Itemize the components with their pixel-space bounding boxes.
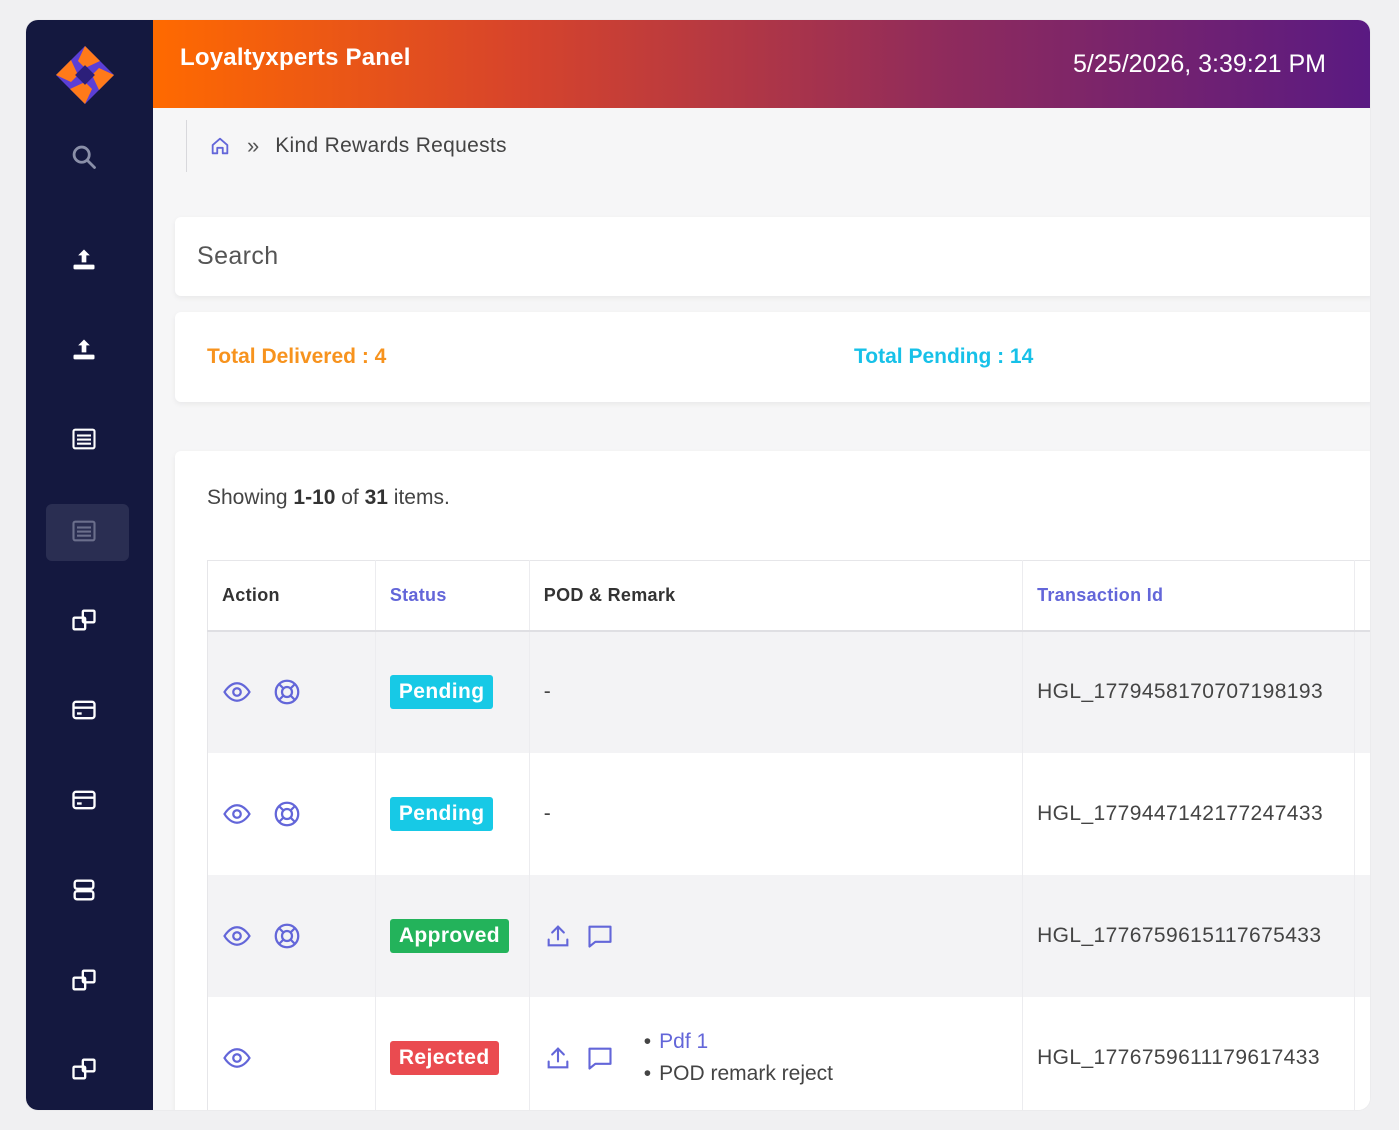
summary-middle: of <box>335 486 365 509</box>
table-row: Rejected Pdf 1 POD remark reject <box>207 996 1370 1110</box>
home-icon[interactable] <box>209 135 231 157</box>
column-header-transaction-id[interactable]: Transaction Id <box>1022 560 1355 632</box>
server-icon[interactable] <box>64 870 104 910</box>
action-cell <box>207 752 376 875</box>
status-badge: Pending <box>389 675 494 709</box>
status-cell: Pending <box>375 752 530 875</box>
top-header: Loyaltyxperts Panel 5/25/2026, 3:39:21 P… <box>153 20 1370 108</box>
status-cell: Pending <box>375 630 530 753</box>
windows-icon[interactable] <box>64 960 104 1000</box>
card-icon[interactable] <box>64 690 104 730</box>
total-pending: Total Pending : 14 <box>854 345 1034 368</box>
extra-cell <box>1354 874 1370 997</box>
transaction-id-cell: HGL_1779458170707198193 <box>1022 630 1355 753</box>
summary-prefix: Showing <box>207 486 294 509</box>
action-cell <box>207 630 376 753</box>
remark-item: Pdf 1 <box>644 1026 833 1058</box>
breadcrumb-separator: » <box>247 133 260 158</box>
remark-text: POD remark reject <box>659 1061 834 1085</box>
transaction-id-cell: HGL_1779447142177247433 <box>1022 752 1355 875</box>
remark-list: Pdf 1 POD remark reject <box>644 1026 833 1090</box>
list-icon[interactable] <box>64 511 104 551</box>
breadcrumb-current: Kind Rewards Requests <box>275 134 507 157</box>
windows-icon[interactable] <box>64 1049 104 1089</box>
pod-remark-cell <box>529 874 1024 997</box>
pod-remark-cell: Pdf 1 POD remark reject <box>529 996 1024 1110</box>
search-card <box>175 217 1370 296</box>
brand-logo <box>56 46 114 104</box>
upload-icon[interactable] <box>544 922 572 950</box>
breadcrumb: » Kind Rewards Requests <box>186 120 507 172</box>
eye-icon[interactable] <box>222 921 252 951</box>
extra-cell <box>1354 752 1370 875</box>
eye-icon[interactable] <box>222 1043 252 1073</box>
lifebuoy-icon[interactable] <box>272 677 302 707</box>
table-row: Pending - HGL_1779458170707198193 <box>207 630 1370 753</box>
requests-table-card: Showing 1-10 of 31 items. Action Status … <box>175 451 1370 1110</box>
sidebar <box>26 20 153 1110</box>
list-icon[interactable] <box>64 419 104 459</box>
windows-icon[interactable] <box>64 600 104 640</box>
pod-remark-cell: - <box>529 752 1024 875</box>
extra-cell <box>1354 996 1370 1110</box>
search-icon[interactable] <box>64 137 104 177</box>
transaction-id-cell: HGL_1776759615117675433 <box>1022 874 1355 997</box>
search-input[interactable] <box>175 217 1370 296</box>
summary-total: 31 <box>364 486 388 509</box>
upload-icon[interactable] <box>64 240 104 280</box>
header-datetime: 5/25/2026, 3:39:21 PM <box>1073 50 1326 78</box>
remark-item: POD remark reject <box>644 1058 833 1090</box>
column-header-pod-remark: POD & Remark <box>529 560 1024 632</box>
upload-icon[interactable] <box>64 330 104 370</box>
summary-suffix: items. <box>387 486 450 509</box>
card-icon[interactable] <box>64 780 104 820</box>
extra-cell <box>1354 630 1370 753</box>
action-cell <box>207 874 376 997</box>
pdf-link[interactable]: Pdf 1 <box>659 1030 708 1053</box>
total-delivered: Total Delivered : 4 <box>207 345 387 368</box>
eye-icon[interactable] <box>222 677 252 707</box>
app-title: Loyaltyxperts Panel <box>180 44 411 71</box>
lifebuoy-icon[interactable] <box>272 921 302 951</box>
status-badge: Rejected <box>389 1040 499 1075</box>
table-row: Approved HGL_1776759615117675433 <box>207 874 1370 997</box>
table-row: Pending - HGL_1779447142177247433 <box>207 752 1370 875</box>
comment-icon[interactable] <box>586 1044 614 1072</box>
requests-table: Action Status POD & Remark Transaction I… <box>207 560 1370 1110</box>
status-cell: Approved <box>375 874 530 997</box>
pagination-summary: Showing 1-10 of 31 items. <box>207 486 450 510</box>
comment-icon[interactable] <box>586 922 614 950</box>
transaction-id-cell: HGL_1776759611179617433 <box>1022 996 1355 1110</box>
lifebuoy-icon[interactable] <box>272 799 302 829</box>
column-header-action: Action <box>207 560 376 632</box>
eye-icon[interactable] <box>222 799 252 829</box>
column-header-status[interactable]: Status <box>375 560 530 632</box>
table-header-row: Action Status POD & Remark Transaction I… <box>207 560 1370 632</box>
status-badge: Pending <box>389 796 494 831</box>
status-badge: Approved <box>389 918 510 953</box>
app-frame: Loyaltyxperts Panel 5/25/2026, 3:39:21 P… <box>26 20 1370 1110</box>
column-header-extra <box>1354 560 1370 632</box>
status-cell: Rejected <box>375 996 530 1110</box>
pod-remark-cell: - <box>529 630 1024 753</box>
upload-icon[interactable] <box>544 1044 572 1072</box>
summary-range: 1-10 <box>293 486 336 509</box>
action-cell <box>207 996 376 1110</box>
totals-card: Total Delivered : 4 Total Pending : 14 <box>175 312 1370 402</box>
